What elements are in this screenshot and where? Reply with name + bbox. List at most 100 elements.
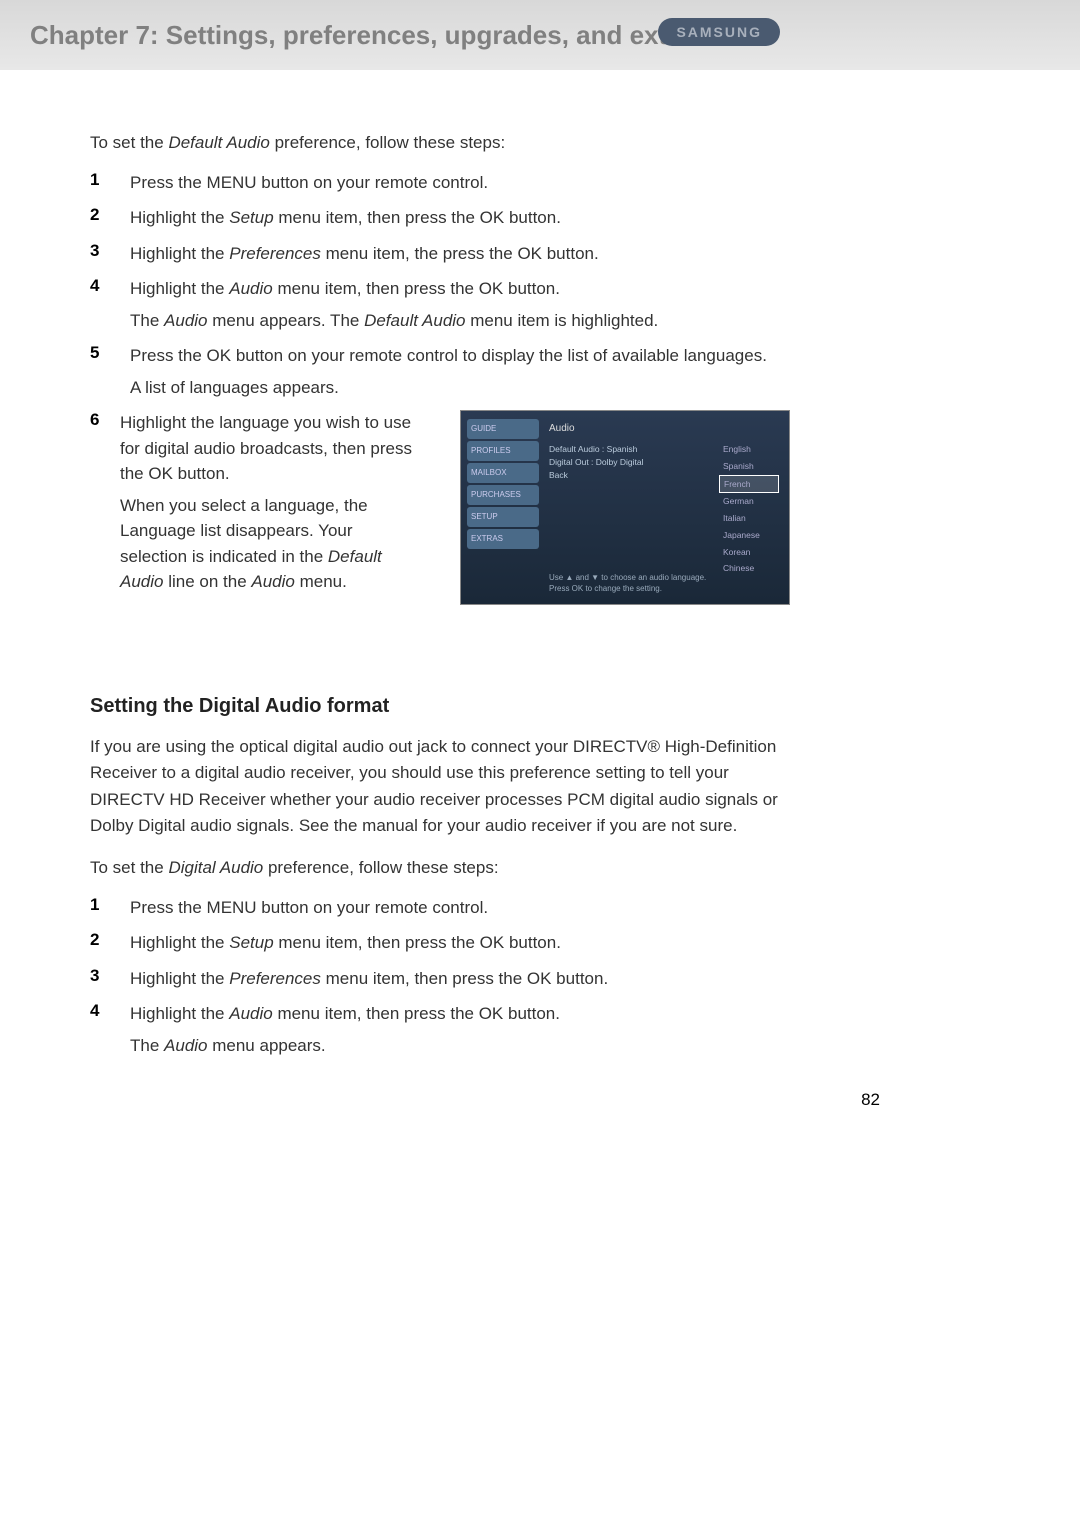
text: preference, follow these steps:	[270, 133, 505, 152]
text: Highlight the	[130, 279, 229, 298]
tv-sidebar-item: MAILBOX	[467, 463, 539, 483]
page-number: 82	[861, 1090, 880, 1110]
text-emphasis: Audio	[164, 311, 207, 330]
text-emphasis: Preferences	[229, 969, 321, 988]
step-body: Highlight the Preferences menu item, the…	[130, 241, 790, 267]
chapter-title: Chapter 7: Settings, preferences, upgrad…	[30, 20, 706, 51]
text-emphasis: Default Audio	[168, 133, 269, 152]
text: menu item, then press the OK button.	[273, 1004, 560, 1023]
text: menu item, then press the OK button.	[273, 279, 560, 298]
step-row: 3 Highlight the Preferences menu item, t…	[90, 966, 790, 992]
step-row: 1 Press the MENU button on your remote c…	[90, 895, 790, 921]
text: menu.	[295, 572, 347, 591]
tv-language-option: German	[719, 493, 779, 510]
step-body: Highlight the Setup menu item, then pres…	[130, 930, 790, 956]
tv-language-option: Japanese	[719, 527, 779, 544]
text: menu item is highlighted.	[466, 311, 659, 330]
tv-menu-line: Digital Out : Dolby Digital	[549, 456, 643, 469]
tv-language-option: Spanish	[719, 458, 779, 475]
step-number: 1	[90, 895, 130, 921]
step-body: Highlight the Audio menu item, then pres…	[130, 1001, 790, 1058]
step-body: Highlight the Setup menu item, then pres…	[130, 205, 790, 231]
tv-language-option: Chinese	[719, 560, 779, 577]
page-header: Chapter 7: Settings, preferences, upgrad…	[0, 0, 1080, 70]
tv-language-option-selected: French	[719, 475, 779, 494]
section2-heading: Setting the Digital Audio format	[90, 695, 790, 718]
text-emphasis: Default Audio	[364, 311, 465, 330]
step-row: 4 Highlight the Audio menu item, then pr…	[90, 1001, 790, 1058]
text-emphasis: Audio	[229, 279, 272, 298]
text-emphasis: Digital Audio	[168, 858, 263, 877]
text: To set the	[90, 858, 168, 877]
tv-language-option: Korean	[719, 544, 779, 561]
step-number: 2	[90, 930, 130, 956]
step-row: 6 Highlight the language you wish to use…	[90, 410, 790, 605]
tv-main-lines: Default Audio : Spanish Digital Out : Do…	[549, 443, 643, 481]
section2-intro: To set the Digital Audio preference, fol…	[90, 855, 790, 881]
text: Highlight the	[130, 933, 229, 952]
tv-panel-title: Audio	[549, 421, 575, 436]
step-row: 2 Highlight the Setup menu item, then pr…	[90, 930, 790, 956]
step-body: Highlight the language you wish to use f…	[120, 410, 790, 605]
text: menu appears. The	[208, 311, 365, 330]
tv-menu-line: Default Audio : Spanish	[549, 443, 643, 456]
tv-menu-screenshot: GUIDE PROFILES MAILBOX PURCHASES SETUP E…	[460, 410, 790, 605]
text: Highlight the	[130, 1004, 229, 1023]
text: To set the	[90, 133, 168, 152]
step-body: Press the MENU button on your remote con…	[130, 170, 790, 196]
tv-footer-hint: Use ▲ and ▼ to choose an audio language.…	[549, 573, 706, 594]
brand-badge: SAMSUNG	[658, 18, 780, 46]
step-body: Highlight the Preferences menu item, the…	[130, 966, 790, 992]
text: Highlight the	[130, 969, 229, 988]
step-row: 1 Press the MENU button on your remote c…	[90, 170, 790, 196]
text-emphasis: Setup	[229, 208, 273, 227]
text: Highlight the	[130, 208, 229, 227]
tv-language-list: English Spanish French German Italian Ja…	[719, 441, 779, 577]
text: The	[130, 311, 164, 330]
step-number: 6	[90, 410, 120, 605]
text: Highlight the language you wish to use f…	[120, 413, 412, 483]
text-emphasis: Audio	[164, 1036, 207, 1055]
step-number: 1	[90, 170, 130, 196]
tv-sidebar-item: GUIDE	[467, 419, 539, 439]
tv-sidebar-item: PURCHASES	[467, 485, 539, 505]
step-number: 4	[90, 1001, 130, 1058]
section1-intro: To set the Default Audio preference, fol…	[90, 130, 790, 156]
text: menu item, then press the OK button.	[274, 208, 561, 227]
step-body: Highlight the Audio menu item, then pres…	[130, 276, 790, 333]
text: line on the	[163, 572, 251, 591]
text: Use ▲ and ▼ to choose an audio language.	[549, 573, 706, 583]
step-subtext: When you select a language, the Language…	[120, 493, 420, 595]
text: The	[130, 1036, 164, 1055]
section2-paragraph: If you are using the optical digital aud…	[90, 734, 790, 839]
tv-language-option: English	[719, 441, 779, 458]
text: menu item, then press the OK button.	[321, 969, 608, 988]
text: menu item, the press the OK button.	[321, 244, 599, 263]
step-row: 5 Press the OK button on your remote con…	[90, 343, 790, 400]
text-emphasis: Setup	[229, 933, 273, 952]
page-content: To set the Default Audio preference, fol…	[0, 70, 880, 1058]
text-emphasis: Audio	[251, 572, 294, 591]
tv-sidebar-item: EXTRAS	[467, 529, 539, 549]
step-number: 3	[90, 241, 130, 267]
text: Highlight the	[130, 244, 229, 263]
step-row: 2 Highlight the Setup menu item, then pr…	[90, 205, 790, 231]
tv-sidebar-item: PROFILES	[467, 441, 539, 461]
step-row: 3 Highlight the Preferences menu item, t…	[90, 241, 790, 267]
step-number: 2	[90, 205, 130, 231]
step-number: 3	[90, 966, 130, 992]
step-subtext: The Audio menu appears. The Default Audi…	[130, 308, 790, 334]
step-subtext: The Audio menu appears.	[130, 1033, 790, 1059]
tv-menu-line: Back	[549, 469, 643, 482]
text: menu appears.	[208, 1036, 326, 1055]
text: Press the OK button on your remote contr…	[130, 346, 767, 365]
step-row: 4 Highlight the Audio menu item, then pr…	[90, 276, 790, 333]
text: preference, follow these steps:	[263, 858, 498, 877]
tv-language-option: Italian	[719, 510, 779, 527]
step-subtext: A list of languages appears.	[130, 375, 790, 401]
text-emphasis: Preferences	[229, 244, 321, 263]
text: menu item, then press the OK button.	[274, 933, 561, 952]
text-emphasis: Audio	[229, 1004, 272, 1023]
step-number: 4	[90, 276, 130, 333]
tv-sidebar-item: SETUP	[467, 507, 539, 527]
